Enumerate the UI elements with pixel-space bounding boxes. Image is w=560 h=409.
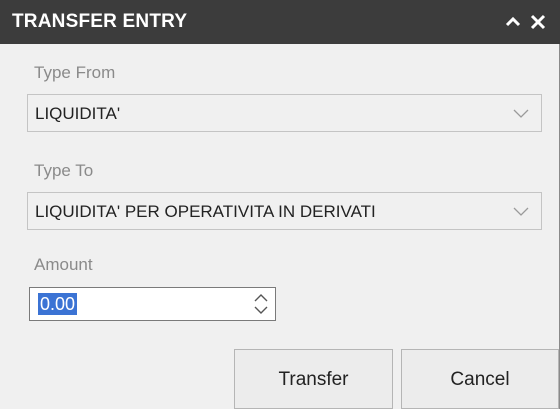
amount-input[interactable]: 0.00 [29, 287, 276, 321]
type-to-select[interactable]: LIQUIDITA' PER OPERATIVITA IN DERIVATI [27, 192, 542, 230]
type-to-label: Type To [34, 161, 94, 180]
title-bar[interactable]: TRANSFER ENTRY [0, 0, 560, 44]
type-from-value: LIQUIDITA' [35, 104, 121, 123]
amount-value: 0.00 [38, 293, 78, 315]
type-from-label: Type From [34, 63, 116, 82]
amount-label: Amount [34, 255, 93, 274]
close-icon[interactable] [528, 12, 548, 32]
chevron-down-icon [513, 106, 529, 120]
cancel-button[interactable]: Cancel [401, 349, 559, 409]
dialog-title: TRANSFER ENTRY [12, 11, 188, 32]
chevron-down-icon [513, 204, 529, 218]
spinner-icon[interactable] [251, 291, 271, 317]
transfer-entry-dialog: TRANSFER ENTRY Type From LIQUIDITA' Type… [0, 0, 560, 409]
type-to-value: LIQUIDITA' PER OPERATIVITA IN DERIVATI [35, 202, 376, 221]
type-from-select[interactable]: LIQUIDITA' [27, 94, 542, 132]
transfer-button[interactable]: Transfer [234, 349, 393, 409]
chevron-up-icon[interactable] [503, 12, 523, 32]
